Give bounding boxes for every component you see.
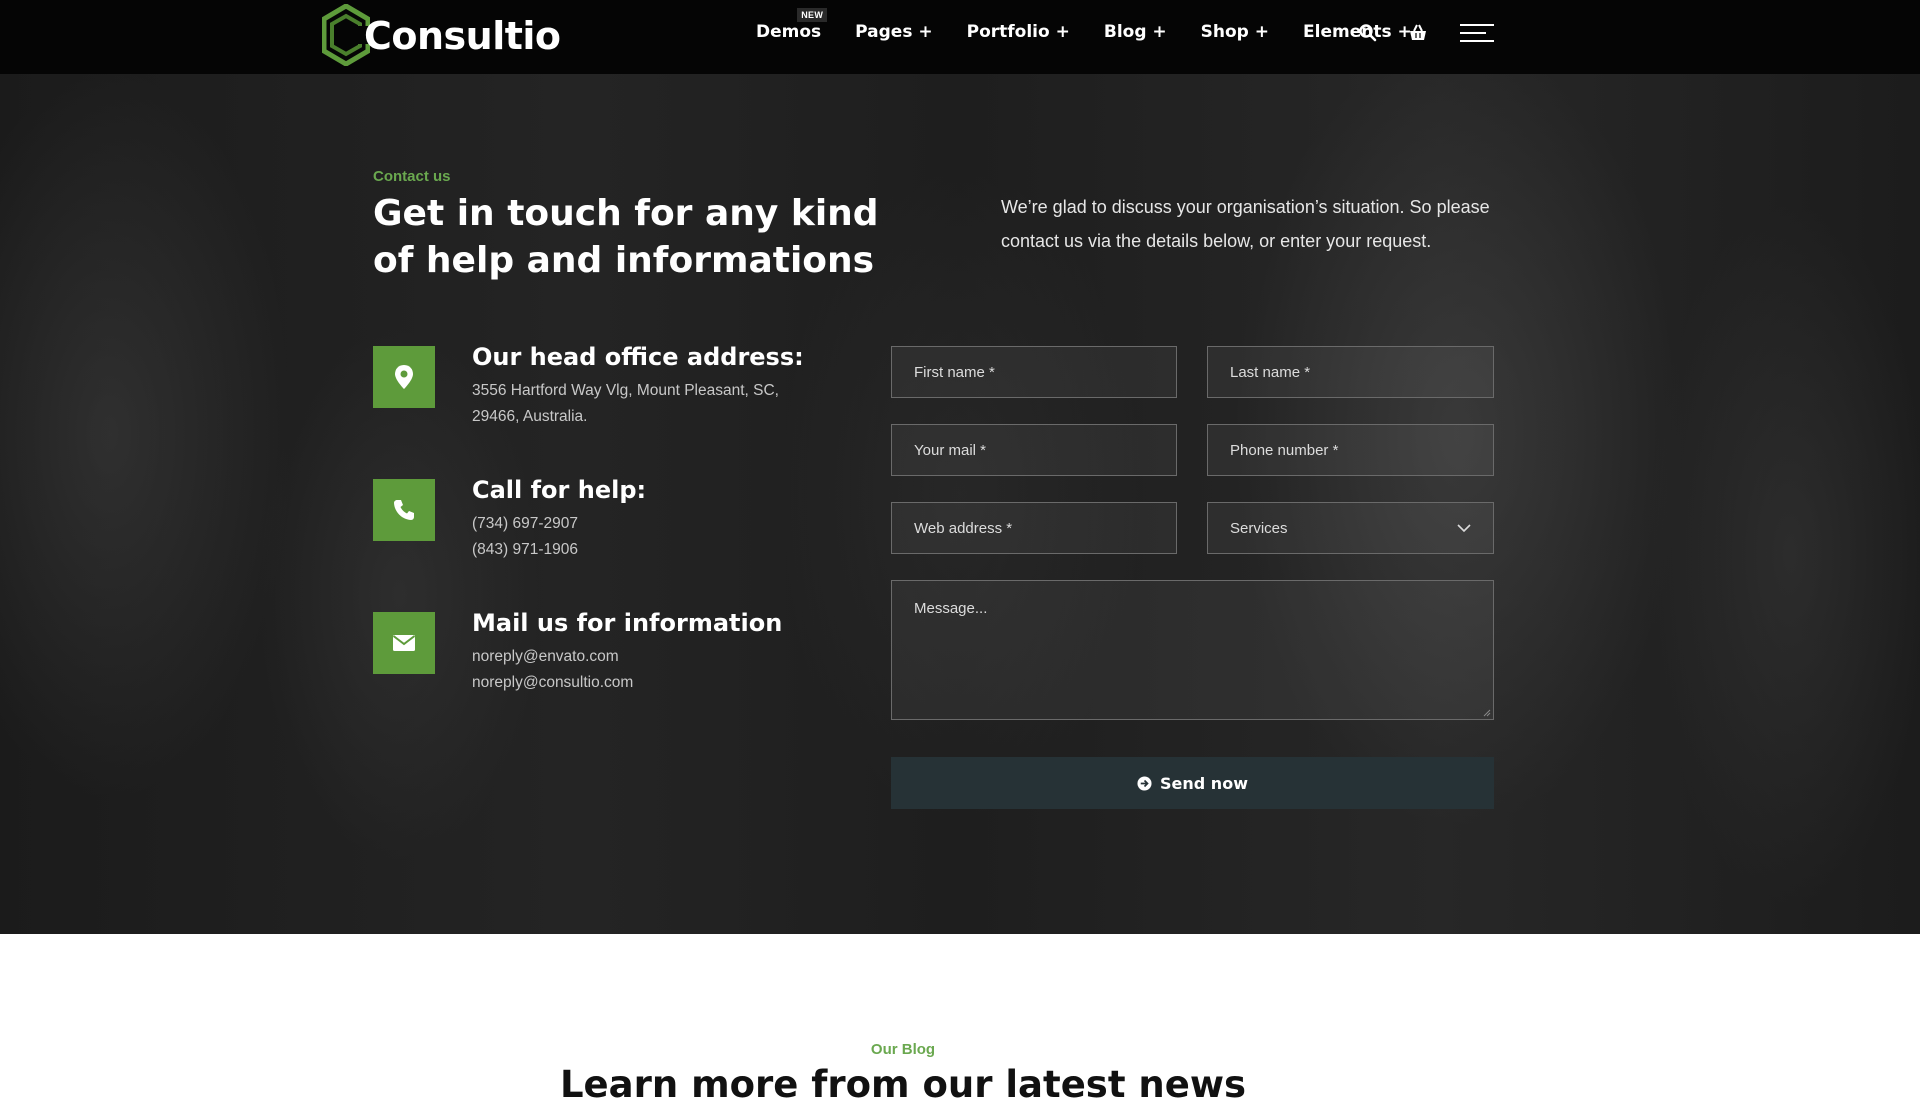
intro-text: We’re glad to discuss your organisation’… xyxy=(1001,197,1490,251)
info-line: noreply@consultio.com xyxy=(472,674,634,691)
blog-title: Learn more from our latest news xyxy=(559,1063,1247,1106)
hamburger-menu-icon[interactable] xyxy=(1460,24,1494,44)
email-input[interactable]: Your mail * xyxy=(891,424,1177,476)
info-title: Our head office address: xyxy=(472,343,804,371)
first-name-input[interactable]: First name * xyxy=(891,346,1177,398)
site-header: Consultio Demos NEW Pages + Portfolio + … xyxy=(0,0,1920,74)
send-now-label: Send now xyxy=(1160,773,1248,793)
envelope-icon xyxy=(373,612,435,674)
main-nav: Demos NEW Pages + Portfolio + Blog + Sho… xyxy=(756,8,1446,42)
nav-label-demos: Demos xyxy=(756,22,822,42)
logo-text: Consultio xyxy=(364,14,561,58)
section-eyebrow: Contact us xyxy=(373,168,451,185)
nav-item-pages[interactable]: Pages + xyxy=(855,22,932,42)
logo-mark-icon xyxy=(322,4,370,66)
basket-icon[interactable] xyxy=(1407,22,1429,44)
last-name-placeholder: Last name * xyxy=(1230,364,1311,381)
phone-placeholder: Phone number * xyxy=(1230,442,1339,459)
message-textarea[interactable]: Message... xyxy=(891,580,1494,720)
message-placeholder: Message... xyxy=(914,600,988,617)
search-icon[interactable] xyxy=(1357,22,1379,44)
info-line: 29466, Australia. xyxy=(472,408,588,425)
contact-section: Contact us Get in touch for any kind of … xyxy=(0,74,1920,934)
services-select[interactable]: Services xyxy=(1207,502,1494,554)
info-line: (843) 971-1906 xyxy=(472,541,578,558)
phone-icon xyxy=(373,479,435,541)
email-placeholder: Your mail * xyxy=(914,442,986,459)
info-title: Mail us for information xyxy=(472,609,783,637)
web-address-placeholder: Web address * xyxy=(914,520,1013,537)
send-now-button[interactable]: Send now xyxy=(891,757,1494,809)
web-address-input[interactable]: Web address * xyxy=(891,502,1177,554)
resize-handle-icon[interactable] xyxy=(1483,709,1491,717)
info-line: (734) 697-2907 xyxy=(472,515,578,532)
map-pin-icon xyxy=(373,346,435,408)
nav-item-shop[interactable]: Shop + xyxy=(1201,22,1269,42)
nav-item-blog[interactable]: Blog + xyxy=(1104,22,1167,42)
logo[interactable]: Consultio xyxy=(322,4,561,66)
last-name-input[interactable]: Last name * xyxy=(1207,346,1494,398)
nav-item-demos[interactable]: Demos NEW xyxy=(756,8,828,42)
arrow-circle-right-icon xyxy=(1137,775,1152,791)
info-line: noreply@envato.com xyxy=(472,648,619,665)
info-line: 3556 Hartford Way Vlg, Mount Pleasant, S… xyxy=(472,382,779,399)
info-title: Call for help: xyxy=(472,476,647,504)
first-name-placeholder: First name * xyxy=(914,364,995,381)
chevron-down-icon xyxy=(1457,524,1471,533)
new-badge: NEW xyxy=(797,8,828,22)
phone-input[interactable]: Phone number * xyxy=(1207,424,1494,476)
nav-item-portfolio[interactable]: Portfolio + xyxy=(967,22,1070,42)
services-selected-value: Services xyxy=(1230,520,1288,537)
section-heading: Get in touch for any kind of help and in… xyxy=(373,193,879,281)
blog-eyebrow: Our Blog xyxy=(870,1041,936,1058)
